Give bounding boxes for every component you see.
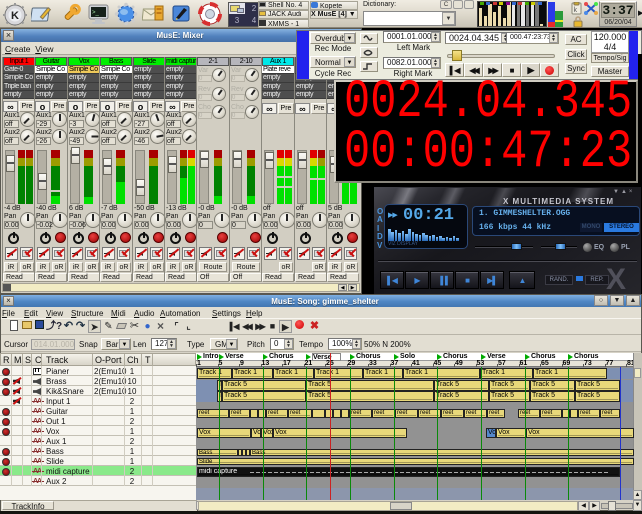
- svg-text:>_: >_: [92, 10, 100, 16]
- svg-text:k: k: [574, 7, 578, 14]
- svg-text:K: K: [11, 10, 19, 22]
